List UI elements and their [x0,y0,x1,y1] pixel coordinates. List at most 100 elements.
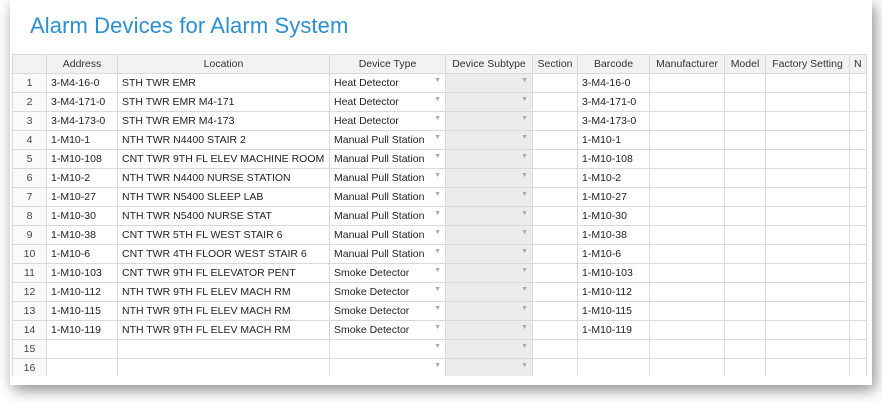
rownum-header[interactable] [12,54,47,74]
factory-setting-header[interactable]: Factory Setting [765,54,850,74]
device-type-select[interactable]: Manual Pull Station ▼ [329,149,446,169]
model-cell[interactable] [724,111,766,131]
section-cell[interactable] [532,244,578,264]
address-cell[interactable] [46,358,118,376]
chevron-down-icon[interactable]: ▼ [521,172,528,179]
device-subtype-select[interactable]: ▼ [445,301,533,321]
model-cell[interactable] [724,225,766,245]
manufacturer-cell[interactable] [649,320,725,340]
factory-setting-cell[interactable] [765,225,850,245]
factory-setting-cell[interactable] [765,263,850,283]
next-column-cell[interactable] [849,206,867,226]
device-subtype-select[interactable]: ▼ [445,244,533,264]
section-cell[interactable] [532,92,578,112]
next-column-cell[interactable] [849,339,867,359]
device-type-select[interactable]: Heat Detector ▼ [329,92,446,112]
factory-setting-cell[interactable] [765,92,850,112]
model-cell[interactable] [724,130,766,150]
chevron-down-icon[interactable]: ▼ [434,324,441,331]
model-cell[interactable] [724,339,766,359]
location-cell[interactable]: CNT TWR 5TH FL WEST STAIR 6 [117,225,330,245]
manufacturer-cell[interactable] [649,358,725,376]
model-cell[interactable] [724,206,766,226]
address-cell[interactable]: 1-M10-112 [46,282,118,302]
barcode-header[interactable]: Barcode [577,54,650,74]
device-subtype-select[interactable]: ▼ [445,73,533,93]
chevron-down-icon[interactable]: ▼ [434,77,441,84]
location-cell[interactable]: NTH TWR N4400 STAIR 2 [117,130,330,150]
location-cell[interactable]: CNT TWR 9TH FL ELEVATOR PENT [117,263,330,283]
table-row[interactable]: 4 1-M10-1 NTH TWR N4400 STAIR 2 Manual Pull… [12,130,867,150]
location-cell[interactable]: STH TWR EMR M4-171 [117,92,330,112]
address-cell[interactable]: 3-M4-173-0 [46,111,118,131]
address-cell[interactable]: 1-M10-115 [46,301,118,321]
chevron-down-icon[interactable]: ▼ [521,229,528,236]
location-cell[interactable]: CNT TWR 9TH FL ELEV MACHINE ROOM [117,149,330,169]
manufacturer-cell[interactable] [649,130,725,150]
chevron-down-icon[interactable]: ▼ [521,96,528,103]
device-type-select[interactable]: ▼ [329,339,446,359]
chevron-down-icon[interactable]: ▼ [434,229,441,236]
manufacturer-cell[interactable] [649,168,725,188]
device-type-select[interactable]: Smoke Detector ▼ [329,282,446,302]
device-type-select[interactable]: Smoke Detector ▼ [329,263,446,283]
location-cell[interactable] [117,358,330,376]
device-subtype-select[interactable]: ▼ [445,206,533,226]
chevron-down-icon[interactable]: ▼ [521,134,528,141]
address-cell[interactable]: 1-M10-103 [46,263,118,283]
device-subtype-select[interactable]: ▼ [445,168,533,188]
table-row[interactable]: 8 1-M10-30 NTH TWR N5400 NURSE STAT Manual … [12,206,867,226]
model-cell[interactable] [724,73,766,93]
model-cell[interactable] [724,263,766,283]
section-cell[interactable] [532,130,578,150]
device-subtype-select[interactable]: ▼ [445,111,533,131]
address-cell[interactable]: 1-M10-27 [46,187,118,207]
table-row[interactable]: 1 3-M4-16-0 STH TWR EMR Heat Detector ▼ ▼ 3-M4… [12,73,867,93]
device-type-select[interactable]: Smoke Detector ▼ [329,320,446,340]
next-column-cell[interactable] [849,225,867,245]
chevron-down-icon[interactable]: ▼ [434,191,441,198]
factory-setting-cell[interactable] [765,130,850,150]
manufacturer-cell[interactable] [649,92,725,112]
next-column-cell[interactable] [849,301,867,321]
chevron-down-icon[interactable]: ▼ [521,324,528,331]
table-row[interactable]: 13 1-M10-115 NTH TWR 9TH FL ELEV MACH RM Sm… [12,301,867,321]
device-type-select[interactable]: Manual Pull Station ▼ [329,225,446,245]
section-cell[interactable] [532,339,578,359]
chevron-down-icon[interactable]: ▼ [434,343,441,350]
chevron-down-icon[interactable]: ▼ [434,305,441,312]
chevron-down-icon[interactable]: ▼ [434,172,441,179]
address-cell[interactable]: 1-M10-6 [46,244,118,264]
section-cell[interactable] [532,358,578,376]
location-cell[interactable]: NTH TWR 9TH FL ELEV MACH RM [117,320,330,340]
chevron-down-icon[interactable]: ▼ [434,96,441,103]
address-cell[interactable]: 1-M10-30 [46,206,118,226]
table-row[interactable]: 2 3-M4-171-0 STH TWR EMR M4-171 Heat Detect… [12,92,867,112]
manufacturer-cell[interactable] [649,149,725,169]
chevron-down-icon[interactable]: ▼ [434,210,441,217]
chevron-down-icon[interactable]: ▼ [434,115,441,122]
device-type-select[interactable]: Manual Pull Station ▼ [329,168,446,188]
chevron-down-icon[interactable]: ▼ [434,134,441,141]
manufacturer-cell[interactable] [649,301,725,321]
chevron-down-icon[interactable]: ▼ [434,267,441,274]
table-row[interactable]: 3 3-M4-173-0 STH TWR EMR M4-173 Heat Detect… [12,111,867,131]
section-cell[interactable] [532,282,578,302]
next-column-header[interactable]: N [849,54,867,74]
location-cell[interactable]: NTH TWR N5400 NURSE STAT [117,206,330,226]
manufacturer-cell[interactable] [649,73,725,93]
section-cell[interactable] [532,301,578,321]
chevron-down-icon[interactable]: ▼ [521,210,528,217]
chevron-down-icon[interactable]: ▼ [521,115,528,122]
device-type-select[interactable]: Manual Pull Station ▼ [329,130,446,150]
device-subtype-select[interactable]: ▼ [445,92,533,112]
next-column-cell[interactable] [849,187,867,207]
chevron-down-icon[interactable]: ▼ [521,305,528,312]
address-header[interactable]: Address [46,54,118,74]
section-cell[interactable] [532,263,578,283]
factory-setting-cell[interactable] [765,282,850,302]
factory-setting-cell[interactable] [765,320,850,340]
manufacturer-cell[interactable] [649,187,725,207]
device-subtype-select[interactable]: ▼ [445,282,533,302]
location-cell[interactable]: NTH TWR 9TH FL ELEV MACH RM [117,282,330,302]
